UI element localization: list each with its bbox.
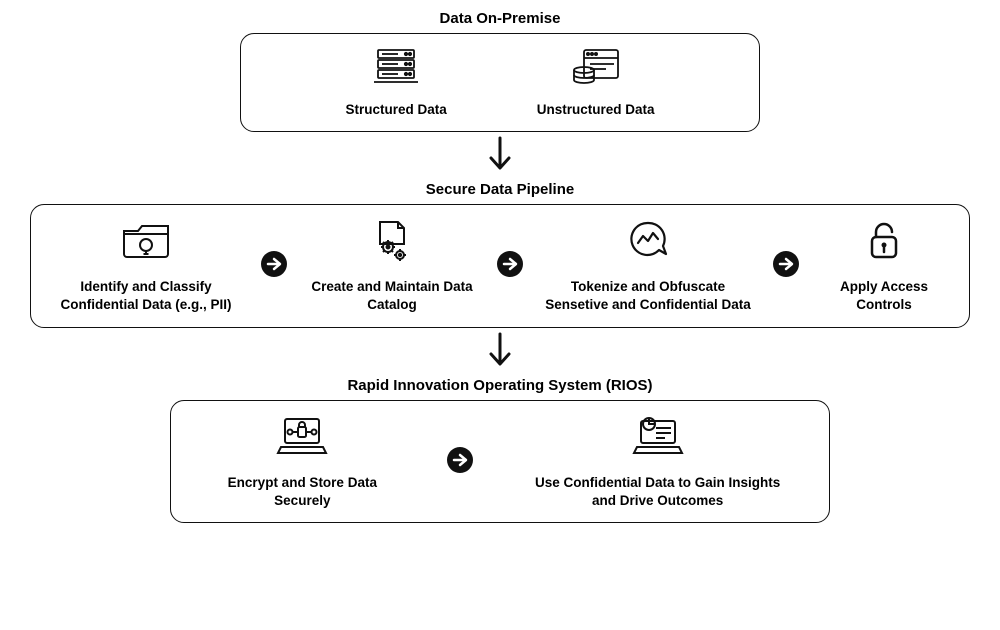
section-title-onpremise: Data On-Premise: [440, 10, 561, 27]
unlock-icon: [864, 219, 904, 268]
cell-label: Encrypt and Store Data Securely: [212, 474, 392, 510]
arrow-right-circle-icon: [259, 249, 289, 284]
cell-label: Use Confidential Data to Gain Insights a…: [528, 474, 788, 510]
cell-label: Create and Maintain Data Catalog: [307, 278, 477, 314]
panel-pipeline: Identify and Classify Confidential Data …: [30, 204, 970, 327]
cell-label: Structured Data: [345, 101, 446, 119]
section-title-rios: Rapid Innovation Operating System (RIOS): [347, 377, 652, 394]
laptop-lock-chain-icon: [273, 415, 331, 464]
browser-coins-icon: [570, 48, 622, 91]
cell-data-catalog: Create and Maintain Data Catalog: [307, 219, 477, 314]
arrow-down-icon: [486, 332, 514, 375]
arrow-down-icon: [486, 136, 514, 179]
diagram-root: Data On-Premise: [0, 0, 1000, 523]
panel-rios: Encrypt and Store Data Securely: [170, 400, 830, 523]
cell-tokenize-obfuscate: Tokenize and Obfuscate Sensetive and Con…: [543, 219, 753, 314]
cell-label: Identify and Classify Confidential Data …: [51, 278, 241, 314]
arrow-right-circle-icon: [495, 249, 525, 284]
arrow-right-circle-icon: [771, 249, 801, 284]
panel-onpremise: Structured Data: [240, 33, 760, 132]
cell-insights-outcomes: Use Confidential Data to Gain Insights a…: [528, 415, 788, 510]
laptop-analytics-icon: [629, 415, 687, 464]
cell-access-controls: Apply Access Controls: [819, 219, 949, 314]
folder-lightbulb-icon: [120, 219, 172, 268]
cell-label: Apply Access Controls: [819, 278, 949, 314]
cell-encrypt-store: Encrypt and Store Data Securely: [212, 415, 392, 510]
cell-structured-data: Structured Data: [345, 48, 446, 119]
arrow-right-circle-icon: [445, 445, 475, 480]
server-stack-icon: [372, 48, 420, 91]
cell-label: Unstructured Data: [537, 101, 655, 119]
cell-unstructured-data: Unstructured Data: [537, 48, 655, 119]
file-gears-icon: [368, 219, 416, 268]
cell-label: Tokenize and Obfuscate Sensetive and Con…: [543, 278, 753, 314]
cell-identify-classify: Identify and Classify Confidential Data …: [51, 219, 241, 314]
chat-chart-icon: [626, 219, 670, 268]
section-title-pipeline: Secure Data Pipeline: [426, 181, 574, 198]
